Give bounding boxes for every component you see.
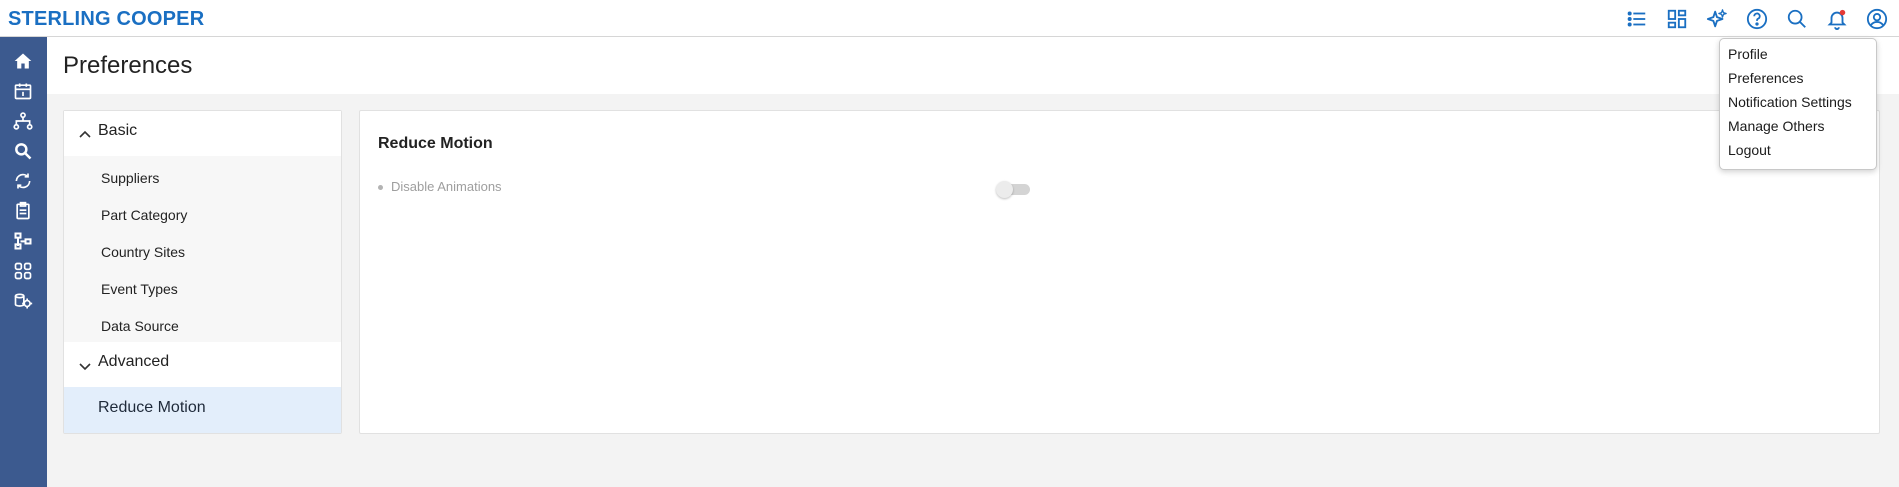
group-advanced-label: Advanced bbox=[98, 353, 170, 370]
chevron-down-icon bbox=[78, 359, 92, 373]
search-analytics-icon[interactable] bbox=[12, 140, 34, 162]
toggle-knob bbox=[996, 181, 1013, 198]
setting-row: Disable Animations bbox=[378, 178, 938, 198]
chevron-up-icon bbox=[78, 128, 92, 142]
nav-item-reduce-motion[interactable]: Reduce Motion bbox=[64, 387, 341, 433]
user-menu-dropdown: Profile Preferences Notification Setting… bbox=[1719, 38, 1877, 170]
menu-item-logout[interactable]: Logout bbox=[1728, 142, 1771, 158]
search-icon[interactable] bbox=[1785, 7, 1809, 31]
top-bar: STERLING COOPER bbox=[0, 0, 1899, 37]
bullet-icon bbox=[378, 185, 383, 190]
page-title: Preferences bbox=[63, 52, 193, 79]
settings-data-icon[interactable] bbox=[12, 290, 34, 312]
menu-item-notification-settings[interactable]: Notification Settings bbox=[1728, 94, 1852, 110]
group-basic-header[interactable]: Basic bbox=[64, 111, 341, 156]
calendar-icon[interactable] bbox=[12, 80, 34, 102]
refresh-cycle-icon[interactable] bbox=[12, 170, 34, 192]
apps-grid-icon[interactable] bbox=[12, 260, 34, 282]
nav-item-reduce-motion-label: Reduce Motion bbox=[98, 399, 206, 416]
settings-content: Reduce Motion Disable Animations bbox=[359, 110, 1880, 434]
nav-item-data-source[interactable]: Data Source bbox=[101, 318, 179, 334]
nav-item-country-sites[interactable]: Country Sites bbox=[101, 244, 185, 260]
clipboard-icon[interactable] bbox=[12, 200, 34, 222]
nav-item-event-types[interactable]: Event Types bbox=[101, 281, 178, 297]
home-icon[interactable] bbox=[12, 50, 34, 72]
disable-animations-toggle[interactable] bbox=[996, 181, 1032, 198]
page-header: Preferences bbox=[47, 37, 1899, 94]
sidebar bbox=[0, 37, 47, 487]
user-account-icon[interactable] bbox=[1865, 7, 1889, 31]
nav-item-part-category[interactable]: Part Category bbox=[101, 207, 187, 223]
list-icon[interactable] bbox=[1625, 7, 1649, 31]
help-icon[interactable] bbox=[1745, 7, 1769, 31]
menu-item-profile[interactable]: Profile bbox=[1728, 46, 1768, 62]
group-basic-label: Basic bbox=[98, 122, 138, 139]
group-basic-items: Suppliers Part Category Country Sites Ev… bbox=[64, 156, 341, 342]
setting-label: Disable Animations bbox=[391, 179, 502, 194]
section-title: Reduce Motion bbox=[378, 135, 493, 152]
hierarchy-icon[interactable] bbox=[12, 110, 34, 132]
nav-item-suppliers[interactable]: Suppliers bbox=[101, 170, 159, 186]
workflow-icon[interactable] bbox=[12, 230, 34, 252]
group-advanced-header[interactable]: Advanced bbox=[64, 342, 341, 387]
notification-bell-icon[interactable] bbox=[1825, 7, 1849, 31]
sparkle-icon[interactable] bbox=[1705, 7, 1729, 31]
dashboard-icon[interactable] bbox=[1665, 7, 1689, 31]
menu-item-preferences[interactable]: Preferences bbox=[1728, 70, 1803, 86]
brand-logo[interactable]: STERLING COOPER bbox=[8, 8, 204, 31]
menu-item-manage-others[interactable]: Manage Others bbox=[1728, 118, 1825, 134]
preferences-nav: Basic Suppliers Part Category Country Si… bbox=[63, 110, 342, 434]
